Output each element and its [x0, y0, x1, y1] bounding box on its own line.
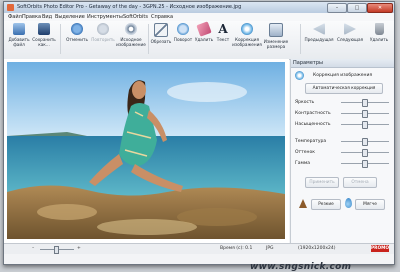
resize-icon — [269, 23, 283, 37]
redo-arrow-icon — [97, 23, 109, 35]
zoom-in-button[interactable]: + — [77, 246, 81, 251]
remove-image-button[interactable]: Удалить — [368, 23, 390, 42]
image-correction-button[interactable]: Коррекция изображения — [232, 23, 262, 47]
image-canvas[interactable] — [4, 59, 289, 243]
brightness-thumb[interactable] — [362, 99, 368, 107]
slider-label: Насыщенность — [295, 122, 331, 127]
sharpen-button[interactable]: Резкие — [311, 199, 341, 210]
rotate-icon — [177, 23, 189, 35]
close-button[interactable]: ✕ — [367, 3, 393, 13]
window-title: SoftOrbits Photo Editor Pro - Getaway of… — [17, 4, 242, 10]
beach-photo — [7, 62, 285, 239]
eraser-icon — [196, 21, 212, 37]
title-bar: SoftOrbits Photo Editor Pro - Getaway of… — [4, 2, 394, 13]
redo-button[interactable]: Повторить — [90, 23, 116, 42]
text-icon: A — [218, 22, 228, 36]
slider-label: Контрастность — [295, 111, 331, 116]
panel-header: Параметры — [291, 59, 394, 68]
tint-thumb[interactable] — [362, 149, 368, 157]
slider-label: Гамма — [295, 161, 311, 166]
add-files-button[interactable]: Добавить файл — [8, 23, 30, 47]
menu-tools[interactable]: Инструменты — [87, 14, 123, 20]
drop-icon — [345, 198, 352, 208]
minimize-button[interactable]: – — [327, 3, 347, 13]
menu-view[interactable]: Вид — [42, 14, 52, 20]
slider-label: Оттенок — [295, 150, 315, 155]
zoom-out-button[interactable]: – — [32, 246, 34, 251]
app-logo-icon — [7, 4, 14, 11]
toolbar-separator — [60, 24, 61, 54]
saturation-thumb[interactable] — [362, 121, 368, 129]
size-label: (1920x1200x24) — [298, 246, 336, 251]
photo-preview — [7, 62, 285, 239]
face — [132, 81, 146, 99]
eraser-button[interactable]: Удалить — [194, 21, 214, 42]
maximize-button[interactable]: □ — [347, 3, 367, 13]
sharpen-icon — [299, 199, 307, 208]
auto-correction-button[interactable]: Автоматическая коррекция — [305, 83, 383, 94]
toolbar: Добавить файл Сохранить как... Отменить … — [4, 21, 394, 60]
crop-button[interactable]: Обрезать — [150, 23, 172, 44]
time-label: Время (с): 0.1 — [220, 246, 253, 251]
app-window: SoftOrbits Photo Editor Pro - Getaway of… — [3, 1, 395, 265]
undo-button[interactable]: Отменить — [64, 23, 90, 42]
watermark: www.sngsnick.com — [250, 262, 352, 272]
correction-icon — [295, 71, 304, 80]
previous-button[interactable]: Предыдущая — [304, 23, 334, 42]
slider-label: Температура — [295, 139, 327, 144]
trash-icon — [374, 23, 384, 35]
save-icon — [38, 23, 50, 35]
toolbar-separator — [148, 24, 149, 54]
menu-softorbits[interactable]: SoftOrbits — [123, 14, 148, 20]
next-button[interactable]: Следующая — [335, 23, 365, 42]
slider-label: Яркость — [295, 100, 315, 105]
menu-help[interactable]: Справка — [151, 14, 173, 20]
toolbar-separator — [300, 24, 301, 54]
section-title: Коррекция изображения — [313, 73, 373, 78]
parameters-panel: Параметры Коррекция изображения Автомати… — [290, 59, 394, 243]
undo-arrow-icon — [71, 23, 83, 35]
panel-title: Параметры — [293, 60, 323, 66]
contrast-thumb[interactable] — [362, 110, 368, 118]
correction-icon — [241, 23, 253, 35]
text-button[interactable]: A Текст — [214, 23, 232, 42]
save-as-button[interactable]: Сохранить как... — [32, 23, 56, 47]
arrow-left-icon — [313, 23, 325, 35]
resize-button[interactable]: Изменение размера — [262, 23, 290, 49]
menu-selection[interactable]: Выделение — [55, 14, 85, 20]
clock-icon — [125, 23, 137, 35]
crop-icon — [154, 23, 168, 37]
blur-button[interactable]: Мягче — [355, 199, 385, 210]
temperature-thumb[interactable] — [362, 138, 368, 146]
zoom-thumb[interactable] — [54, 246, 59, 254]
menu-edit[interactable]: Правка — [22, 14, 41, 20]
format-label: JPG — [266, 246, 274, 251]
rotate-button[interactable]: Поворот — [172, 23, 194, 42]
apply-button[interactable]: Применить — [305, 177, 339, 188]
original-image-button[interactable]: Исходное изображение — [116, 23, 146, 47]
add-file-icon — [13, 23, 25, 35]
arrow-right-icon — [344, 23, 356, 35]
promo-badge[interactable]: PROMO — [371, 245, 389, 252]
status-bar: – + Время (с): 0.1 JPG (1920x1200x24) PR… — [4, 243, 394, 254]
cancel-button[interactable]: Отмена — [343, 177, 377, 188]
gamma-thumb[interactable] — [362, 160, 368, 168]
menu-file[interactable]: Файл — [8, 14, 22, 20]
